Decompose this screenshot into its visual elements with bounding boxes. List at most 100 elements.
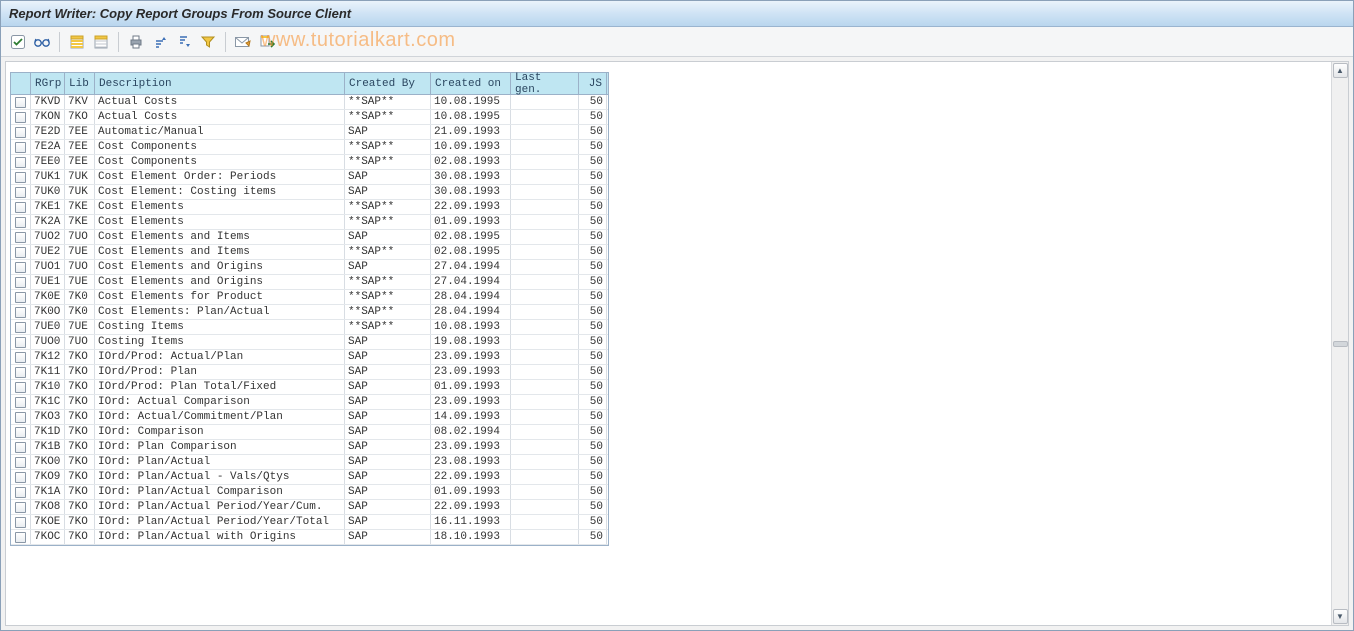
table-row[interactable]: 7K1D7KOIOrd: ComparisonSAP08.02.199450 <box>11 425 608 440</box>
cell-js: 50 <box>579 290 607 304</box>
row-checkbox[interactable] <box>11 275 31 289</box>
check-icon[interactable] <box>7 31 29 53</box>
table-row[interactable]: 7UO17UOCost Elements and OriginsSAP27.04… <box>11 260 608 275</box>
table-row[interactable]: 7KON7KOActual Costs**SAP**10.08.199550 <box>11 110 608 125</box>
table-row[interactable]: 7K117KOIOrd/Prod: PlanSAP23.09.199350 <box>11 365 608 380</box>
table-row[interactable]: 7K0O7K0Cost Elements: Plan/Actual**SAP**… <box>11 305 608 320</box>
cell-created-on: 19.08.1993 <box>431 335 511 349</box>
row-checkbox[interactable] <box>11 230 31 244</box>
row-checkbox[interactable] <box>11 530 31 544</box>
vertical-scrollbar[interactable]: ▲ ▼ <box>1331 62 1348 625</box>
scroll-track[interactable] <box>1333 79 1348 608</box>
cell-last-gen <box>511 500 579 514</box>
sort-desc-icon[interactable] <box>173 31 195 53</box>
table-row[interactable]: 7E2D7EEAutomatic/ManualSAP21.09.199350 <box>11 125 608 140</box>
row-checkbox[interactable] <box>11 200 31 214</box>
cell-description: IOrd/Prod: Plan <box>95 365 345 379</box>
table-row[interactable]: 7UO07UOCosting ItemsSAP19.08.199350 <box>11 335 608 350</box>
table-row[interactable]: 7UO27UOCost Elements and ItemsSAP02.08.1… <box>11 230 608 245</box>
cell-last-gen <box>511 320 579 334</box>
cell-rgrp: 7UK0 <box>31 185 65 199</box>
scroll-down-icon[interactable]: ▼ <box>1333 609 1348 624</box>
table-row[interactable]: 7E2A7EECost Components**SAP**10.09.19935… <box>11 140 608 155</box>
table-row[interactable]: 7UK07UKCost Element: Costing itemsSAP30.… <box>11 185 608 200</box>
row-checkbox[interactable] <box>11 95 31 109</box>
cell-description: Cost Elements and Origins <box>95 260 345 274</box>
row-checkbox[interactable] <box>11 140 31 154</box>
table-row[interactable]: 7KOE7KOIOrd: Plan/Actual Period/Year/Tot… <box>11 515 608 530</box>
cell-rgrp: 7KO3 <box>31 410 65 424</box>
row-checkbox[interactable] <box>11 515 31 529</box>
cell-rgrp: 7K2A <box>31 215 65 229</box>
col-lib[interactable]: Lib <box>65 73 95 94</box>
row-checkbox[interactable] <box>11 380 31 394</box>
row-checkbox[interactable] <box>11 500 31 514</box>
table-row[interactable]: 7K107KOIOrd/Prod: Plan Total/FixedSAP01.… <box>11 380 608 395</box>
mail-icon[interactable] <box>232 31 254 53</box>
table-row[interactable]: 7UE17UECost Elements and Origins**SAP**2… <box>11 275 608 290</box>
row-checkbox[interactable] <box>11 245 31 259</box>
table-row[interactable]: 7KO07KOIOrd: Plan/ActualSAP23.08.199350 <box>11 455 608 470</box>
row-checkbox[interactable] <box>11 320 31 334</box>
print-icon[interactable] <box>125 31 147 53</box>
scroll-up-icon[interactable]: ▲ <box>1333 63 1348 78</box>
col-last-gen[interactable]: Last gen. <box>511 73 579 94</box>
table-row[interactable]: 7UK17UKCost Element Order: PeriodsSAP30.… <box>11 170 608 185</box>
select-all-icon[interactable] <box>66 31 88 53</box>
watermark: www.tutorialkart.com <box>261 29 456 52</box>
table-row[interactable]: 7KO87KOIOrd: Plan/Actual Period/Year/Cum… <box>11 500 608 515</box>
row-checkbox[interactable] <box>11 335 31 349</box>
cell-created-by: **SAP** <box>345 320 431 334</box>
table-row[interactable]: 7UE27UECost Elements and Items**SAP**02.… <box>11 245 608 260</box>
row-checkbox[interactable] <box>11 395 31 409</box>
cell-created-on: 02.08.1995 <box>431 245 511 259</box>
row-checkbox[interactable] <box>11 155 31 169</box>
row-checkbox[interactable] <box>11 365 31 379</box>
table-row[interactable]: 7KE17KECost Elements**SAP**22.09.199350 <box>11 200 608 215</box>
row-checkbox[interactable] <box>11 110 31 124</box>
deselect-all-icon[interactable] <box>90 31 112 53</box>
col-description[interactable]: Description <box>95 73 345 94</box>
row-checkbox[interactable] <box>11 440 31 454</box>
cell-js: 50 <box>579 425 607 439</box>
cell-created-by: SAP <box>345 530 431 544</box>
col-js[interactable]: JS <box>579 73 607 94</box>
col-created-by[interactable]: Created By <box>345 73 431 94</box>
filter-icon[interactable] <box>197 31 219 53</box>
sort-asc-icon[interactable] <box>149 31 171 53</box>
row-checkbox[interactable] <box>11 470 31 484</box>
table-row[interactable]: 7K2A7KECost Elements**SAP**01.09.199350 <box>11 215 608 230</box>
table-row[interactable]: 7K1B7KOIOrd: Plan ComparisonSAP23.09.199… <box>11 440 608 455</box>
table-row[interactable]: 7K0E7K0Cost Elements for Product**SAP**2… <box>11 290 608 305</box>
table-row[interactable]: 7K127KOIOrd/Prod: Actual/PlanSAP23.09.19… <box>11 350 608 365</box>
table-row[interactable]: 7K1A7KOIOrd: Plan/Actual ComparisonSAP01… <box>11 485 608 500</box>
row-checkbox[interactable] <box>11 260 31 274</box>
cell-created-by: **SAP** <box>345 140 431 154</box>
row-checkbox[interactable] <box>11 485 31 499</box>
row-checkbox[interactable] <box>11 410 31 424</box>
row-checkbox[interactable] <box>11 125 31 139</box>
row-checkbox[interactable] <box>11 170 31 184</box>
table-row[interactable]: 7KOC7KOIOrd: Plan/Actual with OriginsSAP… <box>11 530 608 545</box>
table-row[interactable]: 7K1C7KOIOrd: Actual ComparisonSAP23.09.1… <box>11 395 608 410</box>
row-checkbox[interactable] <box>11 305 31 319</box>
table-row[interactable]: 7KO97KOIOrd: Plan/Actual - Vals/QtysSAP2… <box>11 470 608 485</box>
table-row[interactable]: 7EE07EECost Components**SAP**02.08.19935… <box>11 155 608 170</box>
table-row[interactable]: 7KVD7KVActual Costs**SAP**10.08.199550 <box>11 95 608 110</box>
col-rgrp[interactable]: RGrp <box>31 73 65 94</box>
cell-created-on: 10.09.1993 <box>431 140 511 154</box>
col-created-on[interactable]: Created on <box>431 73 511 94</box>
table-row[interactable]: 7KO37KOIOrd: Actual/Commitment/PlanSAP14… <box>11 410 608 425</box>
scroll-thumb[interactable] <box>1333 341 1348 347</box>
row-checkbox[interactable] <box>11 185 31 199</box>
cell-lib: 7UK <box>65 185 95 199</box>
export-icon[interactable] <box>256 31 278 53</box>
row-checkbox[interactable] <box>11 455 31 469</box>
table-row[interactable]: 7UE07UECosting Items**SAP**10.08.199350 <box>11 320 608 335</box>
row-checkbox[interactable] <box>11 425 31 439</box>
row-checkbox[interactable] <box>11 215 31 229</box>
row-checkbox[interactable] <box>11 350 31 364</box>
glasses-icon[interactable] <box>31 31 53 53</box>
cell-last-gen <box>511 215 579 229</box>
row-checkbox[interactable] <box>11 290 31 304</box>
